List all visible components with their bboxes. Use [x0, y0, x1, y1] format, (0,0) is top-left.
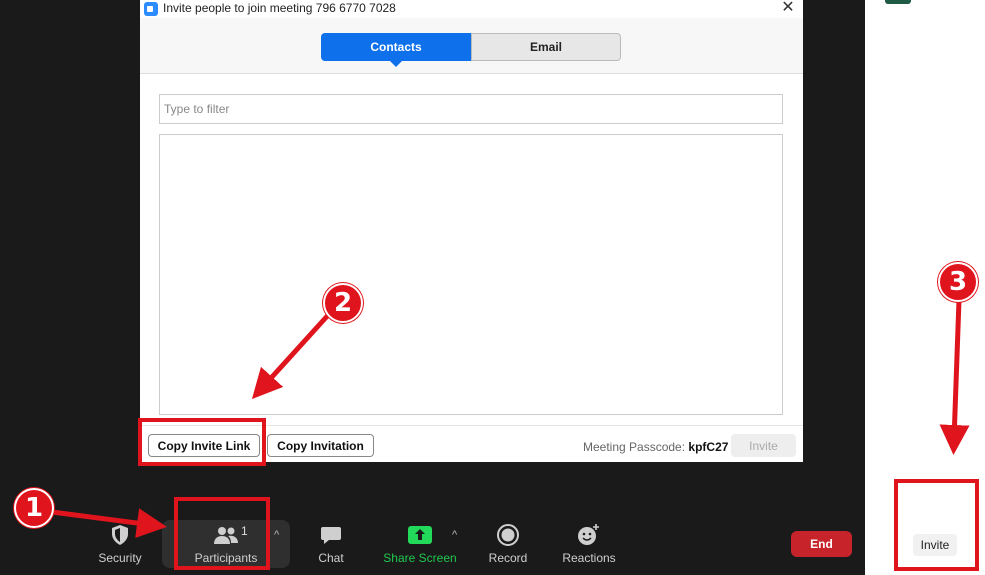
highlight-box-participants — [174, 497, 270, 570]
end-button[interactable]: End — [791, 531, 852, 557]
marker-1: 1 — [14, 488, 54, 528]
zoom-logo-icon — [144, 2, 158, 16]
chat-button[interactable]: Chat — [291, 520, 371, 568]
tab-contacts[interactable]: Contacts — [321, 33, 471, 67]
side-panel-tab[interactable] — [885, 0, 911, 4]
meeting-passcode: Meeting Passcode: kpfC27 — [583, 440, 728, 454]
contacts-list[interactable] — [159, 134, 783, 415]
share-screen-button[interactable]: Share Screen — [379, 520, 461, 568]
dialog-tabbar: Contacts Email — [140, 18, 803, 74]
copy-invitation-button[interactable]: Copy Invitation — [267, 434, 374, 457]
share-screen-icon — [379, 524, 461, 546]
reactions-label: Reactions — [562, 551, 616, 565]
record-icon — [468, 524, 548, 546]
dialog-titlebar: Invite people to join meeting 796 6770 7… — [140, 0, 803, 18]
passcode-value: kpfC27 — [688, 440, 729, 454]
close-icon[interactable]: ✕ — [779, 0, 797, 17]
dialog-title: Invite people to join meeting 796 6770 7… — [163, 1, 396, 15]
invite-dialog: Invite people to join meeting 796 6770 7… — [140, 0, 803, 462]
dialog-invite-button[interactable]: Invite — [731, 434, 796, 457]
highlight-box-invite — [894, 479, 979, 571]
chat-label: Chat — [318, 551, 344, 565]
record-label: Record — [488, 551, 528, 565]
security-label: Security — [98, 551, 142, 565]
marker-2: 2 — [323, 283, 363, 323]
share-caret-icon[interactable]: ^ — [452, 529, 457, 541]
share-screen-label: Share Screen — [383, 551, 457, 565]
security-button[interactable]: Security — [80, 520, 160, 568]
record-button[interactable]: Record — [468, 520, 548, 568]
highlight-box-copy-link — [138, 418, 266, 466]
tab-email[interactable]: Email — [471, 33, 621, 61]
chat-icon — [291, 524, 371, 546]
marker-3: 3 — [938, 262, 978, 302]
passcode-label: Meeting Passcode: — [583, 440, 686, 454]
filter-input[interactable]: Type to filter — [159, 94, 783, 124]
reactions-button[interactable]: Reactions — [549, 520, 629, 568]
participants-caret-icon[interactable]: ^ — [274, 529, 279, 541]
shield-icon — [80, 524, 160, 546]
reactions-icon — [549, 524, 629, 546]
